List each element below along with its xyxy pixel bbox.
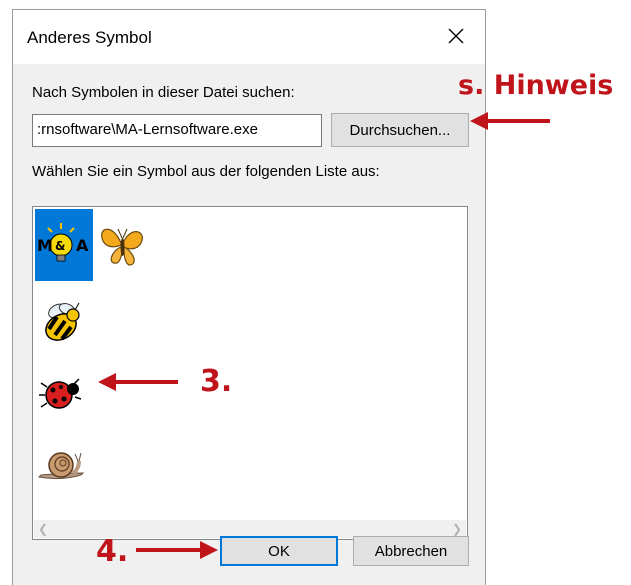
list-item-snail[interactable] [35,429,93,501]
close-button[interactable] [435,18,477,54]
svg-text:&: & [55,239,65,253]
ladybug-icon [39,378,82,409]
scroll-left-icon[interactable]: ❮ [34,520,52,538]
list-item-ma-logo[interactable]: M & A [35,209,93,281]
hint-annotation: s. Hinweis [458,70,614,101]
file-path-input[interactable]: :rnsoftware\MA-Lernsoftware.exe [32,114,322,147]
ma-logo-icon: M & A [37,223,89,262]
list-item-butterfly[interactable] [93,209,151,281]
butterfly-icon [101,228,143,266]
browse-button[interactable]: Durchsuchen... [331,113,469,147]
cancel-button[interactable]: Abbrechen [353,536,469,566]
svg-text:A: A [76,236,89,255]
list-label: Wählen Sie ein Symbol aus der folgenden … [32,163,380,180]
close-icon [448,28,464,44]
svg-text:M: M [37,236,53,255]
list-item-ladybug[interactable] [35,357,93,429]
search-label: Nach Symbolen in dieser Datei suchen: [32,84,295,101]
change-icon-dialog: Anderes Symbol Nach Symbolen in dieser D… [12,9,486,585]
step4-arrow-icon [136,541,218,559]
hint-arrow-icon [470,112,550,130]
step3-annotation: 3. [200,364,233,399]
ok-button[interactable]: OK [220,536,338,566]
bee-icon [45,302,80,341]
list-item-bee[interactable] [35,285,93,357]
dialog-title: Anderes Symbol [27,28,152,47]
snail-icon [37,452,85,480]
step3-arrow-icon [98,373,178,391]
title-bar: Anderes Symbol [13,10,485,64]
step4-annotation: 4. [96,534,129,569]
